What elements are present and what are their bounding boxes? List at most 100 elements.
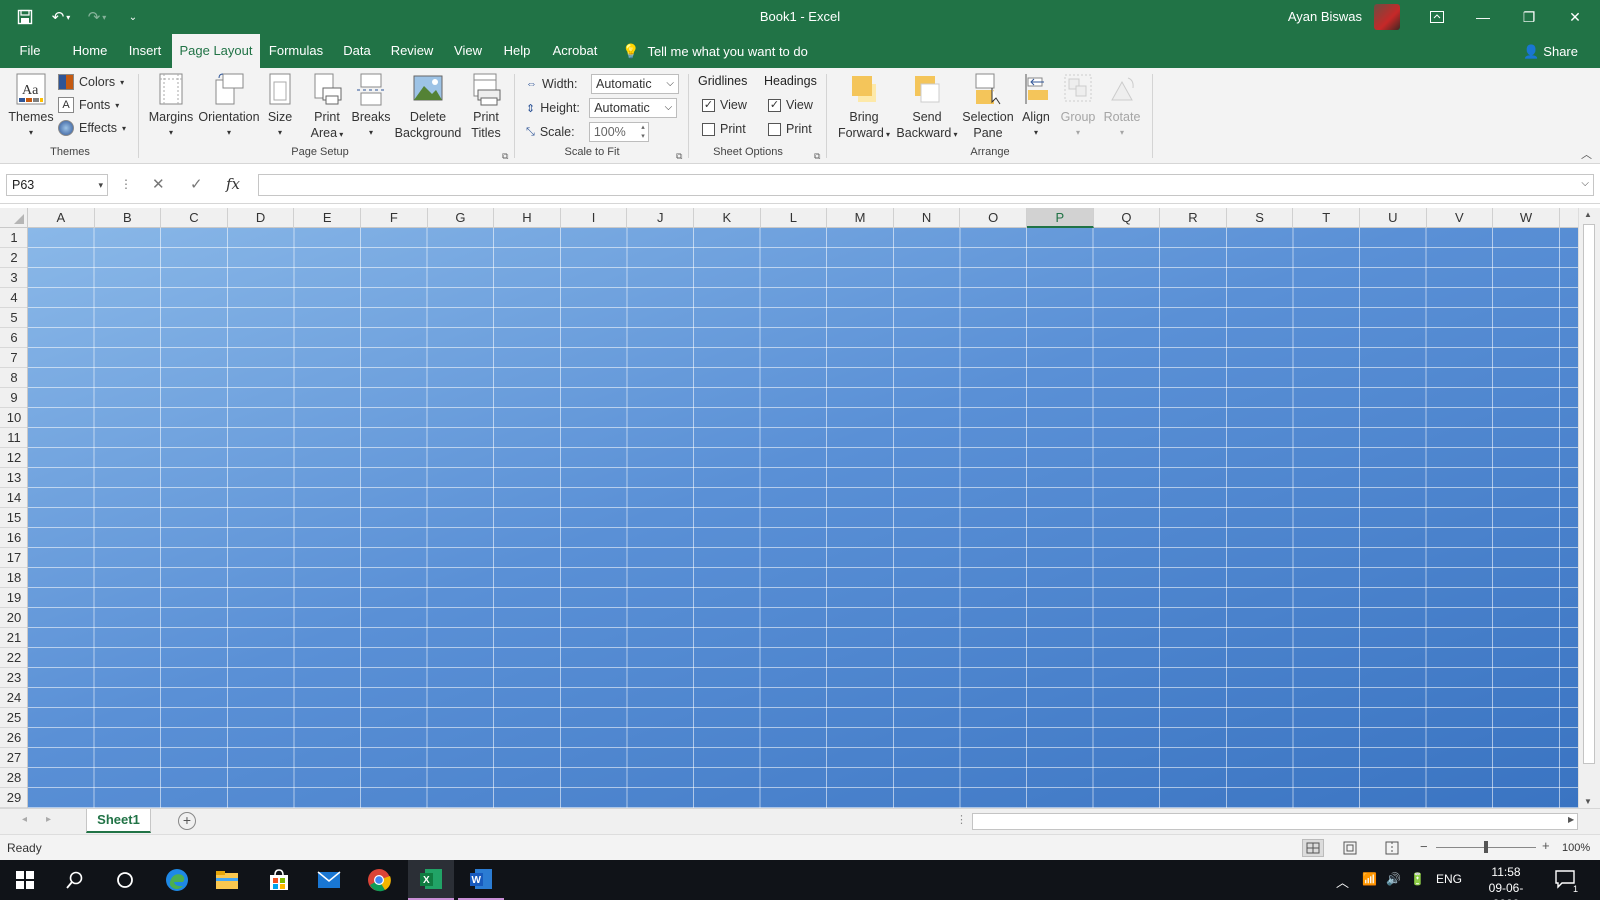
- scale-spinner[interactable]: 100% ▴ ▾: [588, 122, 649, 142]
- row-header[interactable]: 21: [0, 628, 27, 648]
- zoom-out-icon[interactable]: −: [1420, 839, 1428, 854]
- row-header[interactable]: 28: [0, 768, 27, 788]
- row-header[interactable]: 5: [0, 308, 27, 328]
- page-layout-view-icon[interactable]: [1342, 840, 1358, 859]
- column-header[interactable]: T: [1293, 208, 1360, 228]
- cortana-icon[interactable]: [102, 860, 148, 900]
- row-header[interactable]: 2: [0, 248, 27, 268]
- themes-button[interactable]: Aa Themes ▾: [8, 72, 54, 141]
- cancel-icon[interactable]: ✕: [152, 175, 165, 193]
- headings-view-checkbox[interactable]: ✓ View: [768, 98, 813, 112]
- row-header[interactable]: 15: [0, 508, 27, 528]
- sheet-scroll-right-icon[interactable]: ▸: [46, 814, 51, 825]
- row-header[interactable]: 8: [0, 368, 27, 388]
- selection-pane-button[interactable]: Selection Pane: [960, 72, 1016, 141]
- delete-background-button[interactable]: Delete Background: [392, 72, 464, 141]
- zoom-level[interactable]: 100%: [1562, 842, 1590, 854]
- margins-button[interactable]: Margins ▾: [148, 72, 194, 141]
- column-header[interactable]: H: [494, 208, 561, 228]
- search-icon[interactable]: [52, 860, 98, 900]
- column-header[interactable]: P: [1027, 208, 1094, 228]
- tab-acrobat[interactable]: Acrobat: [548, 34, 602, 68]
- minimize-icon[interactable]: —: [1460, 0, 1506, 34]
- insert-function-icon[interactable]: fx: [226, 175, 240, 193]
- print-area-button[interactable]: Print Area ▾: [306, 72, 348, 143]
- row-header[interactable]: 25: [0, 708, 27, 728]
- normal-view-icon[interactable]: [1302, 839, 1324, 857]
- colors-button[interactable]: Colors ▾: [58, 74, 124, 90]
- share-button[interactable]: 👤 Share: [1523, 34, 1578, 68]
- tab-file[interactable]: File: [8, 34, 52, 68]
- scroll-up-icon[interactable]: ▲: [1584, 210, 1592, 219]
- breaks-button[interactable]: Breaks ▾: [350, 72, 392, 141]
- row-header[interactable]: 26: [0, 728, 27, 748]
- tab-insert[interactable]: Insert: [122, 34, 168, 68]
- send-backward-button[interactable]: Send Backward ▾: [894, 72, 960, 143]
- row-header[interactable]: 10: [0, 408, 27, 428]
- file-explorer-icon[interactable]: [204, 860, 250, 900]
- column-header[interactable]: D: [228, 208, 295, 228]
- chevron-down-icon[interactable]: ▾: [98, 175, 103, 195]
- row-header[interactable]: 11: [0, 428, 27, 448]
- column-header[interactable]: E: [294, 208, 361, 228]
- group-button[interactable]: Group ▾: [1058, 72, 1098, 141]
- zoom-slider-thumb[interactable]: [1484, 841, 1488, 853]
- row-header[interactable]: 22: [0, 648, 27, 668]
- column-header[interactable]: S: [1227, 208, 1294, 228]
- orientation-button[interactable]: Orientation ▾: [196, 72, 262, 141]
- column-header[interactable]: A: [28, 208, 95, 228]
- show-hidden-icons-icon[interactable]: ︿: [1336, 872, 1349, 891]
- row-header[interactable]: 6: [0, 328, 27, 348]
- row-header[interactable]: 12: [0, 448, 27, 468]
- page-setup-launcher-icon[interactable]: ⧉: [502, 151, 508, 162]
- select-all-button[interactable]: [0, 208, 28, 228]
- column-header[interactable]: I: [561, 208, 628, 228]
- row-header[interactable]: 14: [0, 488, 27, 508]
- sheet-options-launcher-icon[interactable]: ⧉: [814, 151, 820, 162]
- column-header[interactable]: J: [627, 208, 694, 228]
- print-titles-button[interactable]: Print Titles: [466, 72, 506, 141]
- fonts-button[interactable]: A Fonts ▾: [58, 97, 119, 113]
- sheet-scroll-left-icon[interactable]: ◂: [22, 814, 27, 825]
- row-header[interactable]: 1: [0, 228, 27, 248]
- avatar[interactable]: [1374, 4, 1400, 30]
- tab-formulas[interactable]: Formulas: [266, 34, 326, 68]
- tell-me-search[interactable]: 💡 Tell me what you want to do: [622, 34, 808, 68]
- language-indicator[interactable]: ENG: [1436, 872, 1462, 886]
- column-header[interactable]: F: [361, 208, 428, 228]
- row-header[interactable]: 19: [0, 588, 27, 608]
- row-header[interactable]: 16: [0, 528, 27, 548]
- column-header[interactable]: W: [1493, 208, 1560, 228]
- cell-area[interactable]: [28, 228, 1578, 808]
- close-icon[interactable]: ✕: [1552, 0, 1598, 34]
- scroll-right-icon[interactable]: ▶: [1568, 815, 1574, 824]
- windows-start-icon[interactable]: [2, 860, 48, 900]
- tab-data[interactable]: Data: [338, 34, 376, 68]
- excel-taskbar-icon[interactable]: X: [408, 860, 454, 900]
- row-header[interactable]: 13: [0, 468, 27, 488]
- collapse-ribbon-icon[interactable]: ︿: [1581, 146, 1592, 162]
- battery-icon[interactable]: 🔋: [1410, 872, 1425, 886]
- align-button[interactable]: Align ▾: [1016, 72, 1056, 141]
- column-header[interactable]: O: [960, 208, 1027, 228]
- network-icon[interactable]: 📶: [1362, 872, 1377, 886]
- width-select[interactable]: Automatic ⌵: [591, 74, 679, 94]
- row-header[interactable]: 7: [0, 348, 27, 368]
- chevron-down-icon[interactable]: ⌵: [1581, 178, 1589, 189]
- split-handle-icon[interactable]: ⋮: [956, 813, 967, 826]
- effects-button[interactable]: Effects ▾: [58, 120, 126, 136]
- horizontal-scroll-thumb[interactable]: [972, 813, 1578, 830]
- column-header[interactable]: B: [95, 208, 162, 228]
- spinner-arrows-icon[interactable]: ▴ ▾: [641, 123, 645, 141]
- sheet-tab-sheet1[interactable]: Sheet1: [86, 809, 151, 833]
- notifications-icon[interactable]: 1: [1554, 868, 1578, 894]
- gridlines-view-checkbox[interactable]: ✓ View: [702, 98, 747, 112]
- vertical-scrollbar[interactable]: ▲ ▼: [1578, 208, 1600, 808]
- word-taskbar-icon[interactable]: W: [458, 860, 504, 900]
- row-header[interactable]: 18: [0, 568, 27, 588]
- volume-icon[interactable]: 🔊: [1386, 872, 1401, 886]
- edge-browser-icon[interactable]: [154, 860, 200, 900]
- tab-view[interactable]: View: [448, 34, 488, 68]
- column-header[interactable]: G: [428, 208, 495, 228]
- user-name[interactable]: Ayan Biswas: [1288, 9, 1362, 24]
